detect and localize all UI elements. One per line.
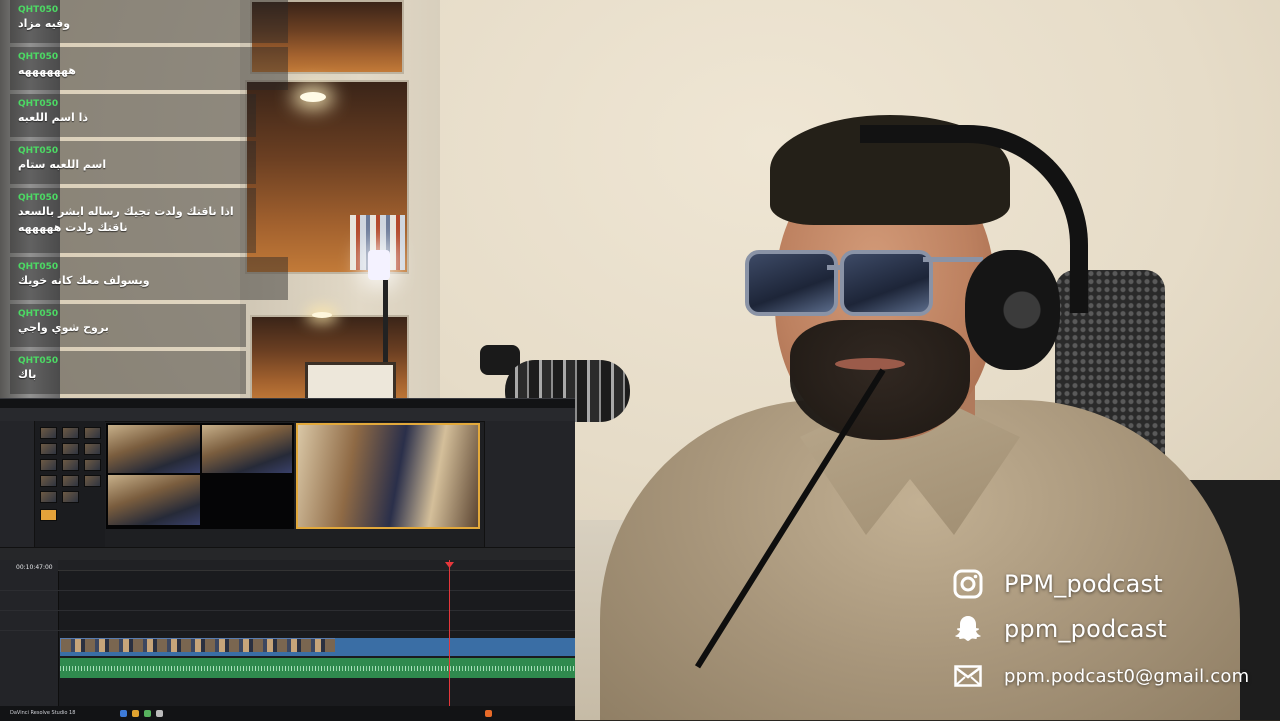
bin-list[interactable]: [0, 421, 35, 547]
chat-message: QHT050 ويسولف معك كانه خويك: [10, 257, 288, 300]
snapchat-handle: ppm_podcast: [1004, 615, 1168, 643]
video-clip-bar[interactable]: [60, 652, 575, 656]
media-thumbnail[interactable]: [40, 491, 57, 503]
timecode-display: 00:10:47:00: [16, 564, 53, 571]
chat-username: QHT050: [18, 52, 59, 62]
track-divider: [0, 610, 575, 611]
camera-angle-2[interactable]: [202, 425, 292, 473]
taskbar-tray-icon[interactable]: [485, 710, 492, 717]
chat-message: QHT050 اسم اللعبه ستام: [10, 141, 256, 184]
instagram-handle: PPM_podcast: [1004, 570, 1163, 598]
media-pool[interactable]: [35, 421, 105, 547]
media-thumbnail[interactable]: [84, 443, 101, 455]
chat-message: QHT050 بروح شوي واجي: [10, 304, 246, 347]
track-headers[interactable]: 00:10:47:00: [0, 560, 59, 706]
timeline[interactable]: 00:10:47:00: [0, 560, 575, 706]
track-divider: [0, 590, 575, 591]
source-viewer[interactable]: [106, 423, 294, 529]
chat-username: QHT050: [18, 5, 59, 15]
timeline-ruler[interactable]: [58, 560, 575, 571]
email-address: ppm.podcast0@gmail.com: [1004, 665, 1250, 687]
media-thumbnail[interactable]: [40, 459, 57, 471]
headphones-cup: [965, 250, 1060, 370]
inspector-panel[interactable]: [484, 421, 575, 547]
chat-text: وفيه مزاد: [18, 17, 71, 30]
ceiling-light: [300, 92, 326, 102]
chat-username: QHT050: [18, 146, 59, 156]
chat-text: ويسولف معك كانه خويك: [18, 274, 150, 287]
chat-overlay: QHT050 وفيه مزاد QHT050 هههههههه QHT050 …: [10, 0, 288, 398]
social-email: ppm.podcast0@gmail.com: [950, 658, 1249, 694]
chat-username: QHT050: [18, 193, 59, 203]
media-thumbnail-selected[interactable]: [40, 509, 57, 521]
instagram-icon: [950, 566, 986, 602]
taskbar-app-icon[interactable]: [156, 710, 163, 717]
playhead[interactable]: [449, 560, 450, 706]
chat-text: اذا ناقتك ولدت تجيك رساله ابشر بالسعد نا…: [18, 205, 234, 234]
chat-message: QHT050 هههههههه: [10, 47, 288, 90]
chat-message: QHT050 اذا ناقتك ولدت تجيك رساله ابشر با…: [10, 188, 256, 253]
editor-workspace: [0, 421, 575, 547]
chat-username: QHT050: [18, 262, 59, 272]
timeline-viewer[interactable]: [296, 423, 480, 529]
media-thumbnail[interactable]: [62, 427, 79, 439]
video-clip-extended[interactable]: [335, 638, 575, 652]
taskbar-app-icon[interactable]: [132, 710, 139, 717]
media-thumbnail[interactable]: [62, 491, 79, 503]
transport-controls[interactable]: [0, 547, 575, 561]
media-thumbnail[interactable]: [62, 443, 79, 455]
taskbar-app-icon[interactable]: [120, 710, 127, 717]
video-editor-window[interactable]: 00:10:47:00 DaVinci Resolve Studio 18: [0, 398, 575, 721]
shelf-light: [312, 312, 332, 318]
chat-username: QHT050: [18, 99, 59, 109]
chat-message: QHT050 وفيه مزاد: [10, 0, 288, 43]
taskbar: DaVinci Resolve Studio 18: [0, 706, 575, 721]
studio-light: [368, 250, 390, 280]
chat-username: QHT050: [18, 356, 59, 366]
media-thumbnail[interactable]: [84, 427, 101, 439]
chat-text: بروح شوي واجي: [18, 321, 109, 334]
chat-message: QHT050 باك: [10, 351, 246, 394]
chat-text: هههههههه: [18, 64, 76, 77]
camera-angle-3[interactable]: [108, 475, 200, 525]
snapchat-icon: [950, 611, 986, 647]
chat-text: اسم اللعبه ستام: [18, 158, 107, 171]
media-thumbnail[interactable]: [40, 443, 57, 455]
chat-message: QHT050 ذا اسم اللعبه: [10, 94, 256, 137]
audio-clip[interactable]: [60, 658, 575, 678]
lens-left: [745, 250, 838, 316]
media-thumbnail[interactable]: [62, 459, 79, 471]
editor-menubar[interactable]: [0, 399, 575, 408]
app-label: DaVinci Resolve Studio 18: [10, 710, 76, 716]
camera-angle-1[interactable]: [108, 425, 200, 473]
media-thumbnail[interactable]: [62, 475, 79, 487]
chat-text: باك: [18, 368, 37, 381]
editor-toolbar[interactable]: [0, 408, 575, 422]
audio-waveform: [60, 666, 575, 671]
track-divider: [0, 630, 575, 631]
media-thumbnail[interactable]: [84, 459, 101, 471]
media-thumbnail[interactable]: [84, 475, 101, 487]
media-thumbnail[interactable]: [40, 475, 57, 487]
media-thumbnail[interactable]: [40, 427, 57, 439]
chat-username: QHT050: [18, 309, 59, 319]
social-instagram: PPM_podcast: [950, 566, 1163, 602]
mail-icon: [950, 658, 986, 694]
chat-text: ذا اسم اللعبه: [18, 111, 89, 124]
social-snapchat: ppm_podcast: [950, 611, 1167, 647]
taskbar-app-icon[interactable]: [144, 710, 151, 717]
person-mouth: [835, 358, 905, 370]
